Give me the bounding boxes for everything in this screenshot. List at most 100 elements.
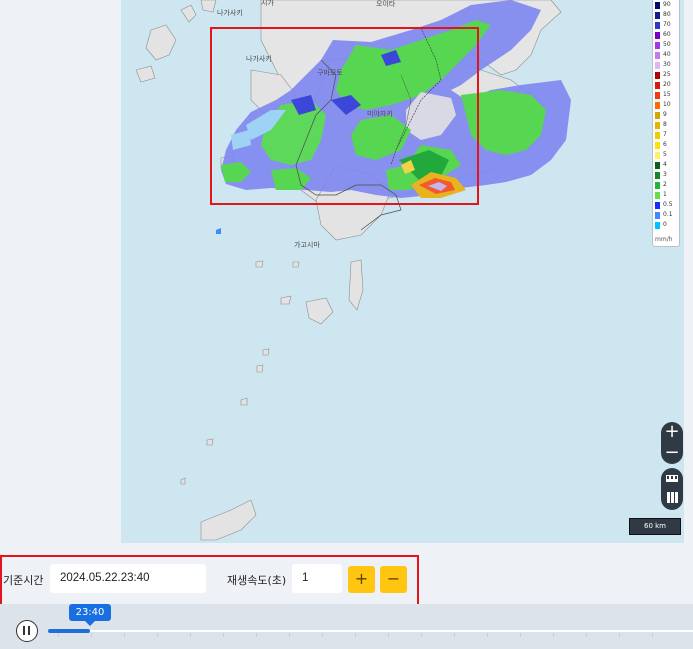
legend-swatch bbox=[655, 22, 660, 29]
legend-swatch bbox=[655, 172, 660, 179]
legend-item: 15 bbox=[655, 91, 679, 99]
legend-swatch bbox=[655, 202, 660, 209]
speed-minus-button[interactable]: − bbox=[380, 566, 407, 593]
legend-item: 30 bbox=[655, 61, 679, 69]
legend-swatch bbox=[655, 162, 660, 169]
legend-label: 4 bbox=[663, 161, 667, 168]
speed-plus-button[interactable]: + bbox=[348, 566, 375, 593]
speed-input[interactable]: 1 bbox=[292, 564, 342, 593]
legend-label: 80 bbox=[663, 11, 671, 18]
timeline-tick bbox=[322, 633, 323, 637]
legend-item: 90 bbox=[655, 1, 679, 9]
legend-label: 0.1 bbox=[663, 211, 673, 218]
precipitation-legend: mm/h 90 80 70 60 50 40 30 25 20 15 10 9 8 7 6 5 4 3 2 1 0.5 0… bbox=[652, 0, 680, 247]
legend-label: 9 bbox=[663, 111, 667, 118]
legend-label: 0 bbox=[663, 221, 667, 228]
timeline-tick bbox=[355, 633, 356, 637]
legend-swatch bbox=[655, 32, 660, 39]
legend-label: 6 bbox=[663, 141, 667, 148]
timeline-tick bbox=[520, 633, 521, 637]
tooltip-arrow bbox=[85, 621, 95, 626]
map-label-nagasaki-top: 나가사키 bbox=[217, 9, 243, 17]
legend-swatch bbox=[655, 12, 660, 19]
legend-item: 50 bbox=[655, 41, 679, 49]
legend-label: 8 bbox=[663, 121, 667, 128]
map-label-kagoshima: 가고시마 bbox=[294, 241, 320, 249]
legend-item: 60 bbox=[655, 31, 679, 39]
legend-swatch bbox=[655, 72, 660, 79]
legend-swatch bbox=[655, 82, 660, 89]
map-label-top1: 시가 bbox=[261, 0, 274, 7]
pause-button[interactable] bbox=[16, 620, 38, 642]
zoom-control: + − bbox=[661, 422, 683, 464]
timeline-tick bbox=[190, 633, 191, 637]
map-label-top2: 오이타 bbox=[376, 0, 396, 8]
timeline-tick bbox=[454, 633, 455, 637]
legend-item: 0 bbox=[655, 221, 679, 229]
legend-item: 25 bbox=[655, 71, 679, 79]
scale-bar: 60 km bbox=[629, 518, 681, 535]
legend-label: 3 bbox=[663, 171, 667, 178]
legend-label: 60 bbox=[663, 31, 671, 38]
legend-swatch bbox=[655, 132, 660, 139]
legend-swatch bbox=[655, 122, 660, 129]
legend-label: 10 bbox=[663, 101, 671, 108]
timeline-tick bbox=[421, 633, 422, 637]
legend-item: 6 bbox=[655, 141, 679, 149]
legend-item: 40 bbox=[655, 51, 679, 59]
timeline-tick bbox=[91, 633, 92, 637]
timeline-tick bbox=[124, 633, 125, 637]
legend-label: 40 bbox=[663, 51, 671, 58]
highlight-radar-area bbox=[210, 27, 479, 205]
legend-label: 0.5 bbox=[663, 201, 673, 208]
columns-icon[interactable] bbox=[661, 488, 683, 508]
legend-item: 20 bbox=[655, 81, 679, 89]
timeline-tick bbox=[256, 633, 257, 637]
timeline-tick bbox=[157, 633, 158, 637]
legend-swatch bbox=[655, 192, 660, 199]
timeline-tick bbox=[553, 633, 554, 637]
legend-swatch bbox=[655, 182, 660, 189]
legend-label: 20 bbox=[663, 81, 671, 88]
legend-item: 4 bbox=[655, 161, 679, 169]
legend-item: 7 bbox=[655, 131, 679, 139]
timeline-progress bbox=[48, 629, 90, 633]
legend-item: 3 bbox=[655, 171, 679, 179]
current-time-tooltip: 23:40 bbox=[69, 604, 111, 621]
legend-item: 0.5 bbox=[655, 201, 679, 209]
timeline-tick bbox=[58, 633, 59, 637]
legend-unit: mm/h bbox=[655, 236, 673, 243]
base-time-label: 기준시간 bbox=[3, 574, 44, 587]
base-time-input[interactable]: 2024.05.22.23:40 bbox=[50, 564, 206, 593]
legend-swatch bbox=[655, 212, 660, 219]
legend-swatch bbox=[655, 42, 660, 49]
timeline-tick bbox=[487, 633, 488, 637]
legend-label: 90 bbox=[663, 1, 671, 8]
legend-item: 0.1 bbox=[655, 211, 679, 219]
speed-label: 재생속도(초) bbox=[227, 574, 287, 587]
timeline-tick bbox=[223, 633, 224, 637]
legend-label: 25 bbox=[663, 71, 671, 78]
timeline-tick bbox=[289, 633, 290, 637]
legend-label: 30 bbox=[663, 61, 671, 68]
timeline-tick bbox=[586, 633, 587, 637]
layer-control bbox=[661, 468, 683, 510]
zoom-in-button[interactable]: + bbox=[661, 422, 683, 442]
timeline-tick bbox=[619, 633, 620, 637]
legend-label: 15 bbox=[663, 91, 671, 98]
legend-swatch bbox=[655, 222, 660, 229]
legend-label: 70 bbox=[663, 21, 671, 28]
legend-item: 80 bbox=[655, 11, 679, 19]
legend-label: 2 bbox=[663, 181, 667, 188]
timeline-track[interactable] bbox=[48, 630, 693, 632]
legend-label: 7 bbox=[663, 131, 667, 138]
legend-item: 8 bbox=[655, 121, 679, 129]
legend-swatch bbox=[655, 112, 660, 119]
legend-label: 50 bbox=[663, 41, 671, 48]
legend-item: 5 bbox=[655, 151, 679, 159]
legend-item: 10 bbox=[655, 101, 679, 109]
zoom-out-button[interactable]: − bbox=[661, 443, 683, 463]
legend-swatch bbox=[655, 92, 660, 99]
legend-label: 1 bbox=[663, 191, 667, 198]
legend-swatch bbox=[655, 152, 660, 159]
